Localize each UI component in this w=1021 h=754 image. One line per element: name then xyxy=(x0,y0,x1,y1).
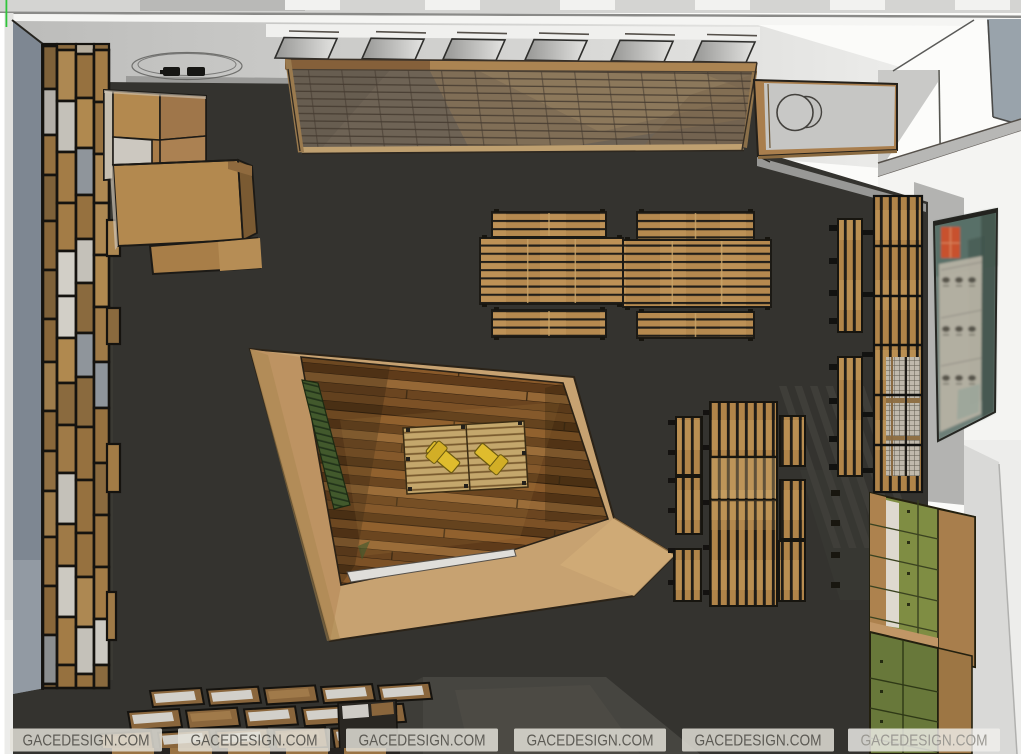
svg-text:GACEDESIGN.COM: GACEDESIGN.COM xyxy=(23,733,150,750)
svg-text:GACEDESIGN.COM: GACEDESIGN.COM xyxy=(695,733,822,750)
svg-text:GACEDESIGN.COM: GACEDESIGN.COM xyxy=(527,733,654,750)
svg-text:GACEDESIGN.COM: GACEDESIGN.COM xyxy=(861,733,988,750)
svg-text:GACEDESIGN.COM: GACEDESIGN.COM xyxy=(191,733,318,750)
svg-text:GACEDESIGN.COM: GACEDESIGN.COM xyxy=(359,733,486,750)
